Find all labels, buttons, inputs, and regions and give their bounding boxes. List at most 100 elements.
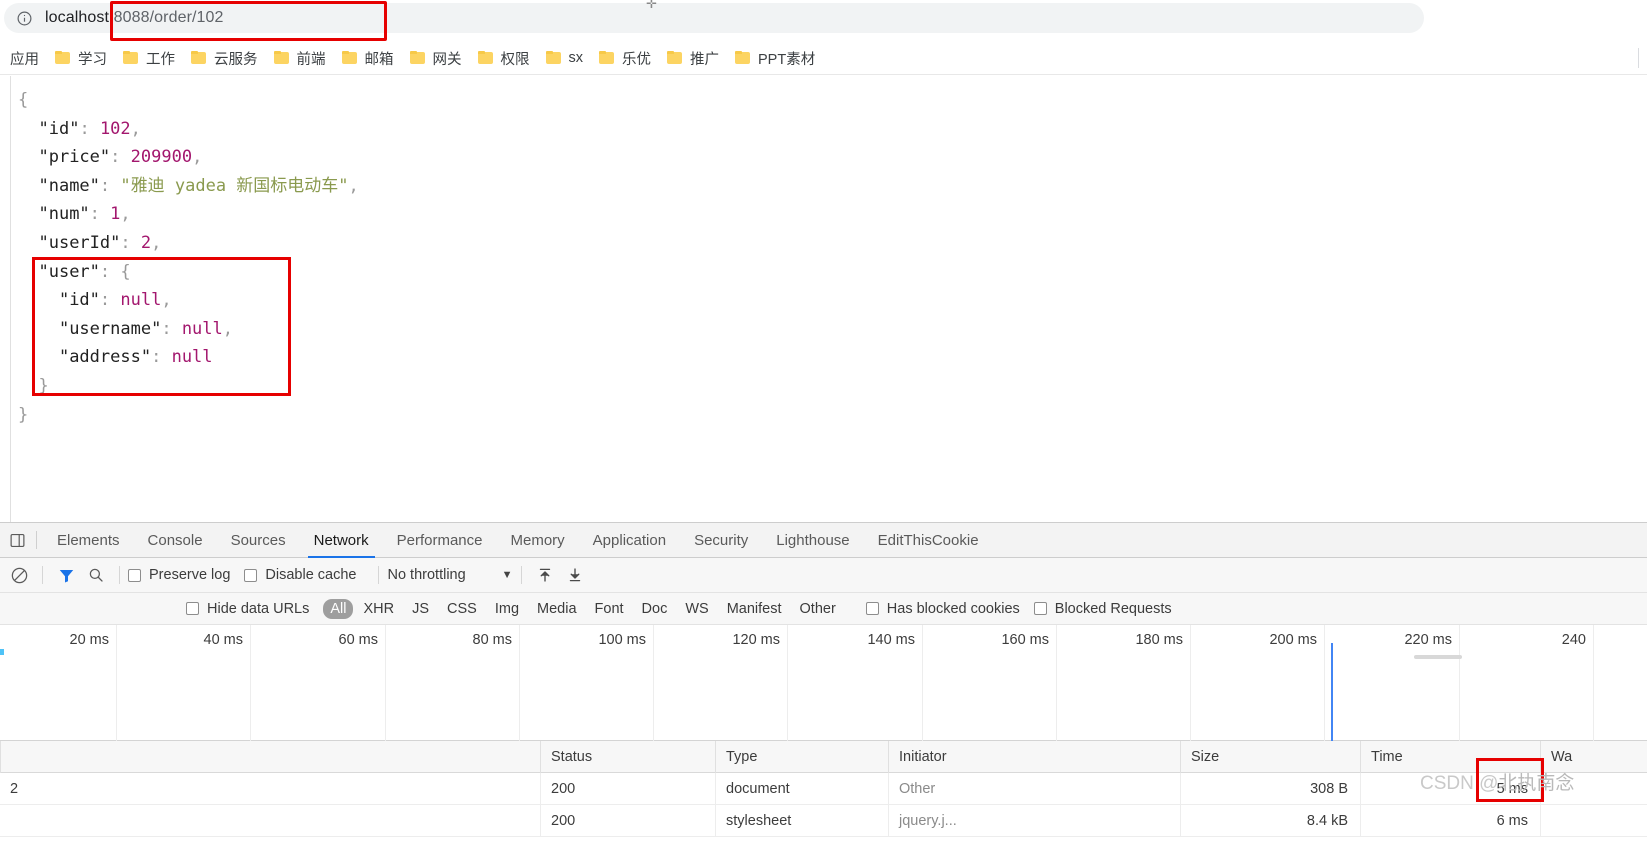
json-line: "userId": 2, — [18, 229, 359, 258]
disable-cache-checkbox[interactable]: Disable cache — [244, 567, 356, 583]
chevron-down-icon: ▼ — [501, 569, 513, 581]
has-blocked-cookies-label: Has blocked cookies — [886, 600, 1020, 617]
bookmark-item-11[interactable]: PPT素材 — [727, 45, 823, 72]
json-line: "name": "雅迪 yadea 新国标电动车", — [18, 172, 359, 201]
column-header-time[interactable]: Time — [1360, 741, 1540, 773]
bookmark-item-3[interactable]: 云服务 — [183, 45, 266, 72]
checkbox-box — [865, 602, 879, 615]
column-header-size[interactable]: Size — [1180, 741, 1360, 773]
column-header-name[interactable] — [0, 741, 540, 773]
bookmark-item-2[interactable]: 工作 — [115, 45, 183, 72]
blocked-requests-label: Blocked Requests — [1054, 600, 1172, 617]
table-row[interactable]: 200 stylesheet jquery.j... 8.4 kB 6 ms — [0, 805, 1647, 837]
json-token: , — [222, 318, 234, 339]
address-bar[interactable]: localhost:8088/order/102 — [4, 3, 1424, 33]
tab-label: Security — [694, 531, 749, 549]
filter-type-xhr[interactable]: XHR — [355, 599, 402, 619]
dock-panel-icon[interactable] — [0, 532, 34, 549]
timeline-tick — [1190, 625, 1191, 741]
throttling-select[interactable]: No throttling ▼ — [387, 567, 512, 583]
bookmark-item-1[interactable]: 学习 — [47, 45, 115, 72]
request-initiator: Other — [888, 773, 1180, 805]
json-line: "id": 102, — [18, 115, 359, 144]
import-har-button[interactable] — [530, 561, 560, 589]
clear-network-log-button[interactable] — [4, 561, 34, 589]
filter-type-other[interactable]: Other — [792, 599, 844, 619]
table-row[interactable]: 2 200 document Other 308 B5 ms — [0, 773, 1647, 805]
download-arrow-icon — [569, 568, 580, 582]
folder-icon — [599, 51, 615, 65]
column-header-initiator[interactable]: Initiator — [888, 741, 1180, 773]
request-name — [0, 805, 540, 837]
filter-type-font[interactable]: Font — [587, 599, 632, 619]
bookmark-item-10[interactable]: 推广 — [659, 45, 727, 72]
column-header-type[interactable]: Type — [715, 741, 888, 773]
request-type: stylesheet — [715, 805, 888, 837]
network-toolbar: Preserve log Disable cache No throttling… — [0, 558, 1647, 593]
bookmark-item-0[interactable]: 应用 — [2, 45, 47, 72]
folder-icon — [191, 51, 207, 65]
filter-type-doc[interactable]: Doc — [634, 599, 676, 619]
hide-data-urls-checkbox[interactable]: Hide data URLs — [186, 601, 309, 617]
bookmarks-bar: 应用 学习 工作 云服务 前端 邮箱 网关 权限 sx 乐优 推广 PPT素材 — [0, 42, 1647, 75]
has-blocked-cookies-checkbox[interactable]: Has blocked cookies — [865, 600, 1020, 617]
tabbar-divider — [36, 531, 37, 549]
json-line: "address": null — [18, 343, 359, 372]
tab-sources[interactable]: Sources — [217, 523, 300, 558]
tab-console[interactable]: Console — [134, 523, 217, 558]
tab-lighthouse[interactable]: Lighthouse — [762, 523, 863, 558]
preserve-log-checkbox[interactable]: Preserve log — [128, 567, 230, 583]
info-circle-icon[interactable] — [16, 10, 33, 27]
json-token: : — [99, 290, 111, 311]
filter-type-img[interactable]: Img — [487, 599, 527, 619]
filter-type-css[interactable]: CSS — [439, 599, 485, 619]
filter-type-manifest[interactable]: Manifest — [719, 599, 790, 619]
requests-table-header: Status Type Initiator Size Time Wa — [0, 741, 1647, 773]
tab-network[interactable]: Network — [300, 523, 383, 558]
filter-type-js[interactable]: JS — [404, 599, 437, 619]
filter-type-ws[interactable]: WS — [677, 599, 716, 619]
timeline-ruler: 20 ms 40 ms 60 ms 80 ms 100 ms 120 ms 140 ms 16… — [0, 625, 1647, 741]
bookmark-label: PPT素材 — [758, 51, 816, 68]
bookmark-item-6[interactable]: 网关 — [402, 45, 470, 72]
json-token: { — [120, 261, 131, 282]
tab-performance[interactable]: Performance — [383, 523, 497, 558]
bookmark-item-4[interactable]: 前端 — [266, 45, 334, 72]
bookmark-item-8[interactable]: sx — [538, 47, 592, 69]
tab-security[interactable]: Security — [680, 523, 762, 558]
timeline-grey-bar — [1414, 655, 1462, 659]
cursor-artifact-icon: ✛ — [646, 0, 657, 11]
timeline-tick — [385, 625, 386, 741]
tab-elements[interactable]: Elements — [43, 523, 134, 558]
network-overview-timeline[interactable]: 20 ms 40 ms 60 ms 80 ms 100 ms 120 ms 140 ms 16… — [0, 625, 1647, 741]
checkbox-box — [1033, 602, 1047, 615]
timeline-tick — [922, 625, 923, 741]
filter-type-media[interactable]: Media — [529, 599, 585, 619]
blocked-requests-checkbox[interactable]: Blocked Requests — [1033, 600, 1172, 617]
tab-application[interactable]: Application — [579, 523, 680, 558]
json-token: , — [161, 290, 172, 311]
bookmark-label: 工作 — [146, 51, 175, 68]
filter-type-all[interactable]: All — [323, 598, 354, 619]
timeline-tick-label: 240 — [1561, 632, 1586, 648]
export-har-button[interactable] — [560, 561, 590, 589]
tab-editthiscookie[interactable]: EditThisCookie — [864, 523, 993, 558]
search-button[interactable] — [81, 561, 111, 589]
json-token: , — [192, 147, 203, 168]
hide-data-urls-label: Hide data URLs — [207, 600, 310, 617]
json-line: } — [18, 401, 359, 430]
bookmark-item-9[interactable]: 乐优 — [591, 45, 659, 72]
json-token: , — [348, 175, 359, 196]
filter-toggle-button[interactable] — [51, 561, 81, 589]
tab-memory[interactable]: Memory — [497, 523, 579, 558]
column-header-status[interactable]: Status — [540, 741, 715, 773]
bookmark-item-7[interactable]: 权限 — [470, 45, 538, 72]
json-token: : — [99, 175, 111, 196]
json-token: "price" — [38, 147, 111, 168]
tab-label: Memory — [510, 531, 565, 549]
timeline-tick-label: 140 ms — [867, 632, 915, 648]
bookmark-item-5[interactable]: 邮箱 — [334, 45, 402, 72]
column-header-waterfall[interactable]: Wa — [1540, 741, 1647, 773]
